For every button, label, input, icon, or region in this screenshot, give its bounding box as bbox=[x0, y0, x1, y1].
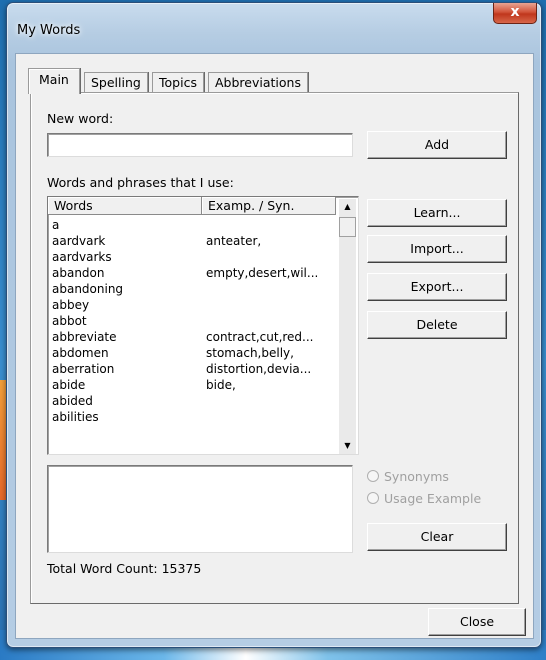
word-cell: aberration bbox=[52, 362, 115, 376]
synonyms-radio[interactable]: Synonyms bbox=[367, 469, 449, 484]
usage-example-radio-label: Usage Example bbox=[384, 491, 482, 506]
new-word-label: New word: bbox=[47, 111, 114, 126]
list-item[interactable]: aardvark anteater, bbox=[52, 233, 338, 249]
list-item[interactable]: abbey bbox=[52, 297, 338, 313]
example-cell: bide, bbox=[206, 378, 236, 392]
scroll-down-arrow-icon[interactable]: ▼ bbox=[339, 438, 356, 454]
list-item[interactable]: abandon empty,desert,wil... bbox=[52, 265, 338, 281]
example-cell bbox=[206, 281, 338, 297]
learn-button[interactable]: Learn... bbox=[367, 199, 507, 227]
main-tab-panel: New word: Add Words and phrases that I u… bbox=[30, 92, 519, 604]
example-cell bbox=[206, 249, 338, 265]
add-button[interactable]: Add bbox=[367, 131, 507, 159]
example-cell: stomach,belly, bbox=[206, 346, 294, 360]
clear-button[interactable]: Clear bbox=[367, 523, 507, 551]
word-cell: abandoning bbox=[52, 282, 124, 296]
list-item[interactable]: a bbox=[52, 217, 338, 233]
example-cell: empty,desert,wil... bbox=[206, 266, 319, 280]
example-cell bbox=[206, 393, 338, 409]
tab-spelling[interactable]: Spelling bbox=[84, 72, 148, 93]
list-item[interactable]: abide bide, bbox=[52, 377, 338, 393]
tab-topics[interactable]: Topics bbox=[152, 72, 204, 93]
list-item[interactable]: aberration distortion,devia... bbox=[52, 361, 338, 377]
example-cell: anteater, bbox=[206, 234, 262, 248]
example-cell bbox=[206, 217, 338, 233]
column-header-examples[interactable]: Examp. / Syn. bbox=[202, 197, 336, 215]
scroll-thumb[interactable] bbox=[339, 217, 356, 237]
example-cell bbox=[206, 313, 338, 329]
dialog-client-area: Main Spelling Topics Abbreviations New w… bbox=[15, 53, 534, 639]
word-cell: abided bbox=[52, 394, 93, 408]
synonyms-radio-label: Synonyms bbox=[384, 469, 449, 484]
example-cell: distortion,devia... bbox=[206, 362, 312, 376]
word-cell: abbreviate bbox=[52, 330, 117, 344]
usage-example-radio[interactable]: Usage Example bbox=[367, 491, 481, 506]
list-scrollbar[interactable]: ▲ ▼ bbox=[339, 199, 356, 454]
import-button[interactable]: Import... bbox=[367, 235, 507, 263]
list-item[interactable]: abilities bbox=[52, 409, 338, 425]
word-rows: a aardvark anteater, aardvarks abandon emp… bbox=[52, 217, 338, 425]
radio-circle-icon bbox=[367, 492, 379, 504]
export-button[interactable]: Export... bbox=[367, 273, 507, 301]
list-header: Words Examp. / Syn. bbox=[48, 197, 336, 215]
example-cell bbox=[206, 409, 338, 425]
tab-main[interactable]: Main bbox=[28, 68, 80, 94]
word-cell: abide bbox=[52, 378, 86, 392]
scroll-up-arrow-icon[interactable]: ▲ bbox=[339, 199, 356, 215]
word-cell: abdomen bbox=[52, 346, 109, 360]
window-close-icon[interactable]: x bbox=[493, 3, 537, 24]
word-cell: abbot bbox=[52, 314, 87, 328]
word-cell: a bbox=[52, 218, 60, 232]
list-item[interactable]: abandoning bbox=[52, 281, 338, 297]
word-list[interactable]: Words Examp. / Syn. a aardvark anteater, … bbox=[47, 196, 359, 455]
example-cell bbox=[206, 297, 338, 313]
word-list-label: Words and phrases that I use: bbox=[47, 175, 234, 190]
word-cell: abandon bbox=[52, 266, 105, 280]
radio-circle-icon bbox=[367, 470, 379, 482]
list-item[interactable]: abdomen stomach,belly, bbox=[52, 345, 338, 361]
list-item[interactable]: abbreviate contract,cut,red... bbox=[52, 329, 338, 345]
my-words-window: My Words x Main Spelling Topics Abbrevia… bbox=[6, 2, 542, 648]
word-cell: abilities bbox=[52, 410, 99, 424]
tab-abbreviations[interactable]: Abbreviations bbox=[208, 72, 308, 93]
list-item[interactable]: aardvarks bbox=[52, 249, 338, 265]
word-cell: abbey bbox=[52, 298, 90, 312]
column-header-words[interactable]: Words bbox=[48, 197, 202, 215]
new-word-input[interactable] bbox=[47, 133, 353, 157]
word-cell: aardvark bbox=[52, 234, 106, 248]
word-cell: aardvarks bbox=[52, 250, 112, 264]
close-button[interactable]: Close bbox=[428, 608, 526, 636]
example-cell: contract,cut,red... bbox=[206, 330, 314, 344]
list-item[interactable]: abbot bbox=[52, 313, 338, 329]
total-word-count: Total Word Count: 15375 bbox=[47, 561, 202, 576]
list-item[interactable]: abided bbox=[52, 393, 338, 409]
delete-button[interactable]: Delete bbox=[367, 311, 507, 339]
example-text-area[interactable] bbox=[47, 465, 353, 553]
window-title: My Words bbox=[17, 23, 81, 38]
